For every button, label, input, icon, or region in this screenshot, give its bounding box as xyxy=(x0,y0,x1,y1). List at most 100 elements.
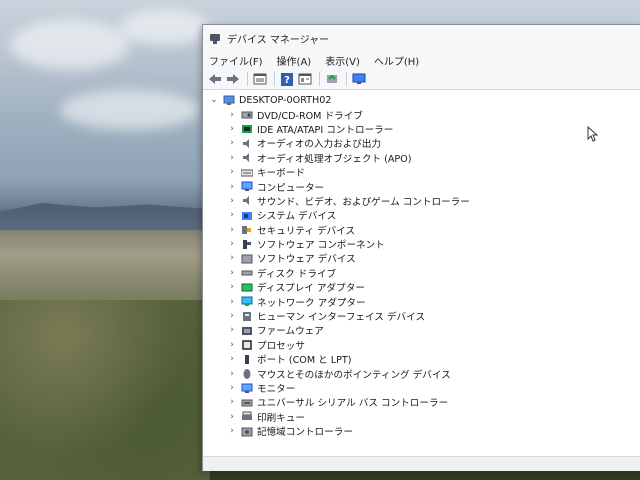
tree-node-label: サウンド、ビデオ、およびゲーム コントローラー xyxy=(257,196,470,208)
speaker-icon xyxy=(241,138,253,149)
toolbar-separator xyxy=(319,72,320,86)
tree-node[interactable]: › ディスプレイ アダプター xyxy=(203,280,640,294)
svg-text:?: ? xyxy=(284,75,290,86)
chevron-right-icon[interactable]: › xyxy=(227,253,237,263)
properties-sheet-icon[interactable] xyxy=(252,71,268,87)
menu-help[interactable]: ヘルプ(H) xyxy=(374,53,419,68)
toolbar-separator xyxy=(247,72,248,86)
tree-node-label: DVD/CD-ROM ドライブ xyxy=(257,110,363,122)
chevron-right-icon[interactable]: › xyxy=(227,239,237,249)
chevron-right-icon[interactable]: › xyxy=(227,297,237,307)
tree-node[interactable]: › ヒューマン インターフェイス デバイス xyxy=(203,309,640,323)
ide-controller-icon xyxy=(241,123,253,134)
chevron-right-icon[interactable]: › xyxy=(227,383,237,393)
update-driver-icon[interactable] xyxy=(324,71,340,87)
tree-node-label: 印刷キュー xyxy=(257,412,305,424)
system-device-icon xyxy=(241,210,253,221)
speaker-icon xyxy=(241,152,253,163)
device-manager-window: デバイス マネージャー ファイル(F) 操作(A) 表示(V) ヘルプ(H) ? xyxy=(202,24,640,471)
chevron-right-icon[interactable]: › xyxy=(227,354,237,364)
software-component-icon xyxy=(241,239,253,250)
console-tree-icon[interactable] xyxy=(297,71,313,87)
tree-node[interactable]: › DVD/CD-ROM ドライブ xyxy=(203,107,640,122)
tree-node-label: ファームウェア xyxy=(257,326,324,338)
chevron-right-icon[interactable]: › xyxy=(227,311,237,321)
tree-node-label: ヒューマン インターフェイス デバイス xyxy=(257,312,426,324)
forward-arrow-icon[interactable] xyxy=(225,71,241,87)
title-bar[interactable]: デバイス マネージャー xyxy=(203,25,640,51)
scan-hardware-monitor-icon[interactable] xyxy=(351,71,367,87)
device-tree: ⌄ DESKTOP-0ORTH02 › DVD/CD-ROM ドライブ › IDE A… xyxy=(203,90,640,438)
tree-node[interactable]: › コンピューター xyxy=(203,179,640,194)
tree-node-label: IDE ATA/ATAPI コントローラー xyxy=(257,124,394,136)
menu-bar: ファイル(F) 操作(A) 表示(V) ヘルプ(H) xyxy=(203,51,640,69)
chevron-right-icon[interactable]: › xyxy=(227,225,237,235)
printer-icon xyxy=(241,411,253,422)
chevron-right-icon[interactable]: › xyxy=(227,124,237,134)
tree-node[interactable]: › マウスとそのほかのポインティング デバイス xyxy=(203,366,640,381)
chevron-right-icon[interactable]: › xyxy=(227,325,237,335)
tree-node[interactable]: › キーボード xyxy=(203,165,640,179)
tree-root-node[interactable]: ⌄ DESKTOP-0ORTH02 xyxy=(203,93,640,107)
menu-action[interactable]: 操作(A) xyxy=(277,53,312,68)
tree-node-label: セキュリティ デバイス xyxy=(257,225,356,237)
chevron-down-icon[interactable]: ⌄ xyxy=(209,95,219,105)
processor-icon xyxy=(241,339,253,351)
chevron-right-icon[interactable]: › xyxy=(227,426,237,436)
mouse-cursor-icon xyxy=(587,126,599,142)
chevron-right-icon[interactable]: › xyxy=(227,282,237,292)
chevron-right-icon[interactable]: › xyxy=(227,340,237,350)
tree-node[interactable]: › オーディオ処理オブジェクト (APO) xyxy=(203,151,640,165)
tree-node-label: ユニバーサル シリアル バス コントローラー xyxy=(257,398,449,410)
chevron-right-icon[interactable]: › xyxy=(227,153,237,163)
computer-icon xyxy=(223,95,235,106)
toolbar: ? xyxy=(203,69,640,90)
tree-node[interactable]: › ネットワーク アダプター xyxy=(203,294,640,309)
tree-node[interactable]: › ユニバーサル シリアル バス コントローラー xyxy=(203,395,640,409)
chevron-right-icon[interactable]: › xyxy=(227,369,237,379)
menu-view[interactable]: 表示(V) xyxy=(325,53,360,68)
chevron-right-icon[interactable]: › xyxy=(227,138,237,148)
back-arrow-icon[interactable] xyxy=(207,71,223,87)
port-icon xyxy=(241,354,253,365)
toolbar-separator xyxy=(274,72,275,86)
chevron-right-icon[interactable]: › xyxy=(227,268,237,278)
help-icon[interactable]: ? xyxy=(279,71,295,87)
display-adapter-icon xyxy=(241,282,253,293)
tree-node-label: システム デバイス xyxy=(257,211,337,223)
tree-node[interactable]: › ファームウェア xyxy=(203,323,640,337)
toolbar-separator xyxy=(346,72,347,86)
tree-node[interactable]: › セキュリティ デバイス xyxy=(203,223,640,237)
tree-node[interactable]: › 記憶域コントローラー xyxy=(203,424,640,438)
tree-node[interactable]: › オーディオの入力および出力 xyxy=(203,136,640,150)
tree-node-label: ポート (COM と LPT) xyxy=(257,355,352,367)
storage-controller-icon xyxy=(241,426,253,437)
tree-node[interactable]: › IDE ATA/ATAPI コントローラー xyxy=(203,122,640,136)
chevron-right-icon[interactable]: › xyxy=(227,110,237,120)
tree-node[interactable]: › ソフトウェア デバイス xyxy=(203,251,640,265)
tree-node-label: モニター xyxy=(257,384,296,395)
chevron-right-icon[interactable]: › xyxy=(227,412,237,422)
tree-node-label: オーディオ処理オブジェクト (APO) xyxy=(257,153,412,165)
tree-node-label: キーボード xyxy=(257,168,305,180)
usb-icon xyxy=(241,397,253,408)
tree-node[interactable]: › ディスク ドライブ xyxy=(203,266,640,280)
device-manager-app-icon xyxy=(209,32,221,44)
chevron-right-icon[interactable]: › xyxy=(227,397,237,407)
chevron-right-icon[interactable]: › xyxy=(227,182,237,192)
chevron-right-icon[interactable]: › xyxy=(227,196,237,206)
tree-node[interactable]: › サウンド、ビデオ、およびゲーム コントローラー xyxy=(203,194,640,208)
tree-node[interactable]: › ポート (COM と LPT) xyxy=(203,352,640,366)
tree-node[interactable]: › システム デバイス xyxy=(203,208,640,222)
tree-node[interactable]: › ソフトウェア コンポーネント xyxy=(203,237,640,251)
tree-node[interactable]: › 印刷キュー xyxy=(203,410,640,424)
tree-node[interactable]: › モニター xyxy=(203,381,640,395)
chevron-right-icon[interactable]: › xyxy=(227,210,237,220)
tree-node-label: ソフトウェア コンポーネント xyxy=(257,240,385,252)
tree-root-label: DESKTOP-0ORTH02 xyxy=(239,94,332,106)
chevron-right-icon[interactable]: › xyxy=(227,167,237,177)
keyboard-icon xyxy=(240,167,254,178)
tree-node[interactable]: › プロセッサ xyxy=(203,338,640,352)
menu-file[interactable]: ファイル(F) xyxy=(209,53,263,68)
tree-node-label: 記憶域コントローラー xyxy=(257,427,353,439)
